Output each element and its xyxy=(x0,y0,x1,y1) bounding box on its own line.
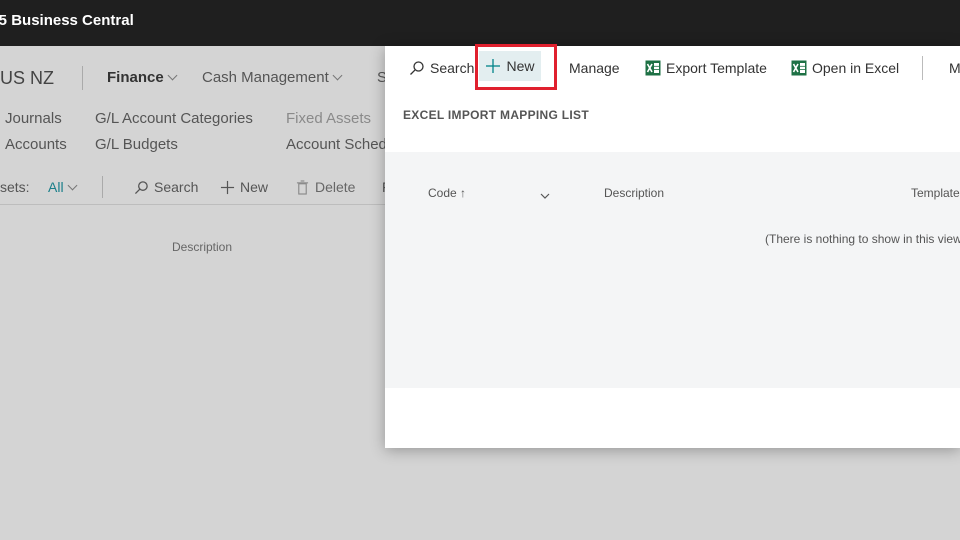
subnav-gl-account-categories[interactable]: G/L Account Categories xyxy=(95,110,253,127)
export-template-label: Export Template xyxy=(666,60,767,76)
filter-all[interactable]: All xyxy=(48,179,78,195)
chevron-down-icon xyxy=(540,193,550,199)
open-in-excel-label: Open in Excel xyxy=(812,60,900,76)
trash-icon xyxy=(296,180,309,195)
chevron-down-icon xyxy=(167,70,178,81)
dialog-toolbar: Search New Manage Export Template Open i… xyxy=(385,44,960,90)
excel-icon xyxy=(645,60,661,76)
new-label: New xyxy=(506,58,535,74)
top-bar: 365 Business Central xyxy=(0,0,960,46)
bg-delete-label: Delete xyxy=(315,179,356,195)
subnav-gl-budgets[interactable]: G/L Budgets xyxy=(95,136,178,153)
more-options-label: M xyxy=(949,60,960,76)
bg-delete-button[interactable]: Delete xyxy=(296,179,355,196)
nav-finance[interactable]: Finance xyxy=(107,69,178,86)
nav-finance-label: Finance xyxy=(107,69,164,86)
divider xyxy=(82,66,83,90)
company-name[interactable]: US NZ xyxy=(0,68,54,89)
page-title: EXCEL IMPORT MAPPING LIST xyxy=(403,108,589,122)
search-icon xyxy=(134,181,148,194)
divider xyxy=(102,176,103,198)
nav-cash-management-label: Cash Management xyxy=(202,69,329,86)
subnav-account-schedules[interactable]: Account Sched xyxy=(286,136,387,153)
excel-import-mapping-dialog: Search New Manage Export Template Open i… xyxy=(385,44,960,448)
bg-new-label: New xyxy=(240,179,269,195)
search-icon xyxy=(410,61,424,76)
bg-new-button[interactable]: New xyxy=(220,179,268,196)
divider xyxy=(0,204,390,205)
manage-button[interactable]: Manage xyxy=(569,54,620,82)
subnav-accounts[interactable]: Accounts xyxy=(5,136,67,153)
subnav-journals[interactable]: Journals xyxy=(5,110,62,127)
column-header-description[interactable]: Description xyxy=(604,186,664,200)
app-title[interactable]: 365 Business Central xyxy=(0,12,134,29)
chevron-down-icon xyxy=(332,70,343,81)
nav-cash-management[interactable]: Cash Management xyxy=(202,69,343,86)
filter-all-label: All xyxy=(48,179,64,195)
manage-label: Manage xyxy=(569,60,620,76)
assets-label: sets: xyxy=(0,179,30,195)
column-options-button[interactable] xyxy=(540,186,550,205)
search-label: Search xyxy=(430,60,475,76)
search-button[interactable]: Search xyxy=(409,54,474,82)
open-in-excel-button[interactable]: Open in Excel xyxy=(791,54,899,82)
excel-icon xyxy=(791,60,807,76)
empty-state-message: (There is nothing to show in this view) xyxy=(765,232,960,246)
more-options-button[interactable]: M xyxy=(949,54,960,82)
column-header-template[interactable]: Template xyxy=(911,186,960,200)
bg-search-button[interactable]: Search xyxy=(134,179,198,196)
divider xyxy=(922,56,923,80)
plus-icon xyxy=(220,180,235,194)
bg-column-description[interactable]: Description xyxy=(172,240,232,254)
subnav-fixed-assets[interactable]: Fixed Assets xyxy=(286,110,371,127)
new-button[interactable]: New xyxy=(479,51,541,81)
column-header-code[interactable]: Code ↑ xyxy=(428,186,466,200)
plus-icon xyxy=(486,59,501,74)
bg-search-label: Search xyxy=(154,179,199,195)
list-grid: Code ↑ Description Template (There is no… xyxy=(385,152,960,388)
export-template-button[interactable]: Export Template xyxy=(645,54,767,82)
chevron-down-icon xyxy=(67,180,78,191)
